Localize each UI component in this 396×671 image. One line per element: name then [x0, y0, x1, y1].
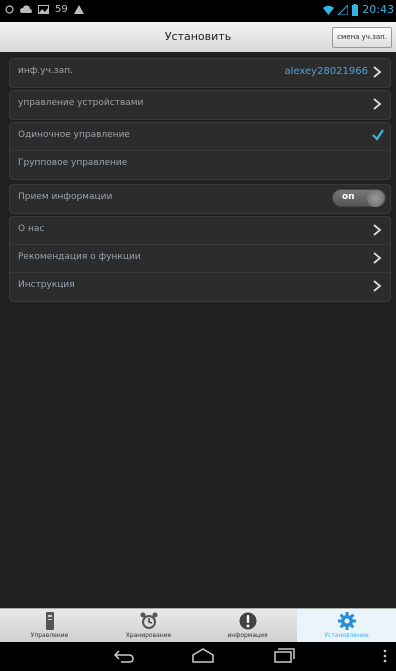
feature-recommendation-row[interactable]: Рекомендация о функции [10, 245, 390, 273]
recent-apps-icon[interactable] [273, 648, 295, 664]
status-time: 20:43 [362, 3, 394, 16]
about-group: О нас Рекомендация о функции Инструкция [9, 216, 391, 302]
remote-icon [45, 612, 54, 630]
receive-info-toggle[interactable]: on [332, 189, 386, 207]
tab-information[interactable]: информация [198, 609, 297, 643]
tab-label: Хранирование [125, 632, 172, 639]
instructions-row[interactable]: Инструкция [10, 273, 390, 301]
account-row[interactable]: инф.уч.зап. alexey28021966 [10, 59, 390, 87]
device-management-group: управление устройствами [9, 90, 391, 120]
device-management-label: управление устройствами [18, 98, 144, 108]
instructions-label: Инструкция [18, 280, 75, 290]
single-control-row[interactable]: Одиночное управление [10, 123, 390, 151]
tab-control[interactable]: Управление [0, 609, 99, 643]
control-mode-group: Одиночное управление Групповое управлени… [9, 122, 391, 180]
checkmark-icon [372, 129, 384, 141]
account-value: alexey28021966 [284, 66, 368, 77]
wifi-icon [323, 5, 335, 15]
home-icon[interactable] [191, 648, 215, 664]
single-control-label: Одиночное управление [18, 130, 130, 140]
toggle-knob [367, 190, 384, 207]
alarm-clock-icon [140, 612, 157, 629]
about-us-row[interactable]: О нас [10, 217, 390, 245]
switch-account-button[interactable]: смена уч.зап. [332, 27, 392, 48]
gear-icon [337, 612, 356, 630]
tab-label: Управление [30, 632, 69, 639]
circle-notification-icon [5, 5, 14, 14]
warning-icon [73, 5, 84, 14]
tab-label: Установление [324, 632, 369, 639]
account-group: инф.уч.зап. alexey28021966 [9, 58, 391, 88]
tab-label: информация [227, 632, 268, 639]
cloud-icon [20, 5, 32, 13]
chevron-right-icon [373, 224, 382, 236]
account-label: инф.уч.зап. [18, 66, 73, 76]
about-us-label: О нас [18, 224, 45, 234]
device-management-row[interactable]: управление устройствами [10, 91, 390, 119]
tab-settings[interactable]: Установление [297, 609, 396, 643]
group-control-row[interactable]: Групповое управление [10, 151, 390, 179]
status-bar: 59 20:43 [0, 0, 396, 22]
chevron-right-icon [373, 252, 382, 264]
feature-recommendation-label: Рекомендация о функции [18, 252, 141, 262]
tab-bar: Управление Хранирование информация Устан… [0, 608, 396, 643]
receive-info-group: Прием информации on [9, 184, 391, 214]
chevron-right-icon [373, 98, 382, 110]
status-number: 59 [55, 4, 68, 15]
menu-dots-icon[interactable] [382, 648, 388, 664]
toggle-state-text: on [342, 192, 355, 202]
exclamation-icon [239, 612, 256, 630]
receive-info-row: Прием информации on [10, 185, 390, 213]
settings-content: инф.уч.зап. alexey28021966 управление ус… [0, 52, 396, 608]
receive-info-label: Прием информации [18, 192, 113, 202]
back-icon[interactable] [113, 648, 135, 664]
chevron-right-icon [373, 280, 382, 292]
battery-icon [352, 3, 359, 16]
chevron-right-icon [373, 66, 382, 78]
image-icon [38, 5, 49, 14]
tab-storage[interactable]: Хранирование [99, 609, 198, 643]
system-nav-bar [0, 642, 396, 671]
group-control-label: Групповое управление [18, 158, 128, 168]
title-bar: Установить смена уч.зап. [0, 22, 396, 53]
signal-icon [338, 4, 349, 15]
